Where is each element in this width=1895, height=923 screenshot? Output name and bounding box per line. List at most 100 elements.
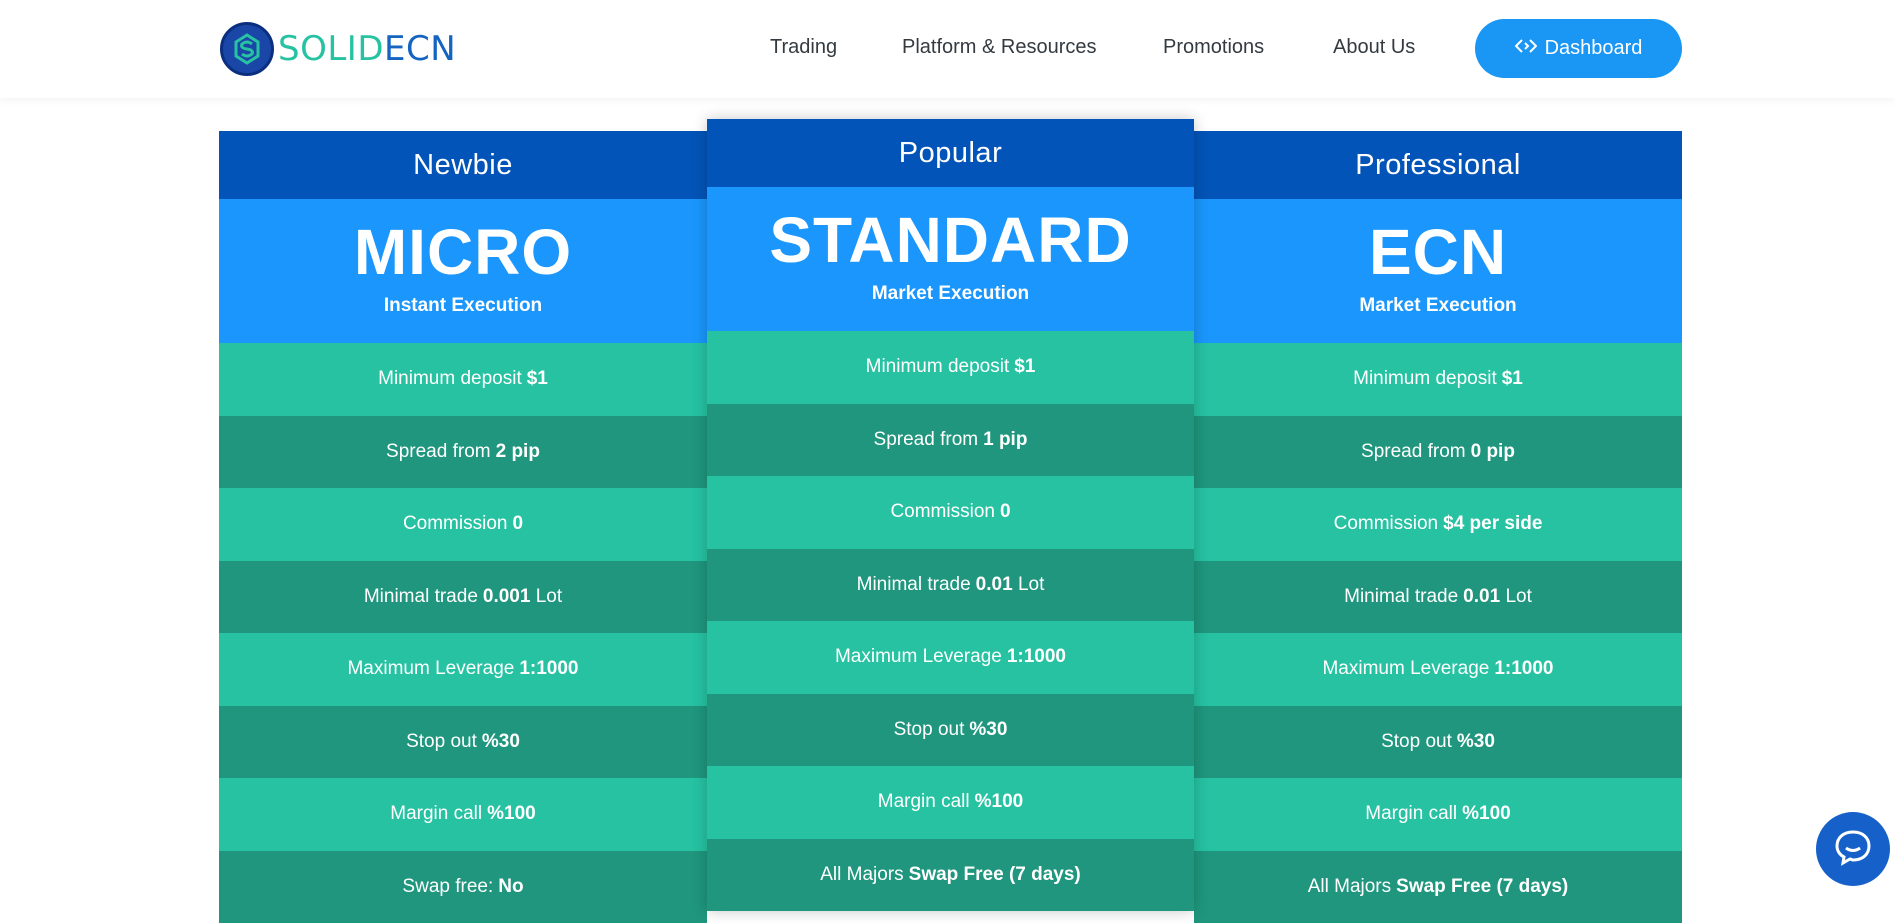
feature-value: %30 [482, 731, 520, 753]
feature-label: Minimum deposit [1353, 368, 1497, 390]
feature-value: 0 [512, 513, 523, 535]
feature-value: 0 [1000, 501, 1011, 523]
feature-label: Stop out [1381, 731, 1452, 753]
feature-label: All Majors [1308, 876, 1391, 898]
plan-header: MICRO Instant Execution [219, 199, 707, 343]
feature-value: $4 per side [1443, 513, 1542, 535]
plan-execution: Market Execution [1194, 295, 1682, 317]
feature-value: 0.01 [976, 574, 1013, 596]
feature-value: No [498, 876, 523, 898]
feature-label: Swap free: [402, 876, 493, 898]
plan-header: STANDARD Market Execution [707, 187, 1194, 331]
plan-feature-row: Minimum deposit$1 [707, 331, 1194, 404]
feature-label: Maximum Leverage [1322, 658, 1489, 680]
plan-feature-row: All MajorsSwap Free (7 days) [1194, 851, 1682, 923]
plan-header: ECN Market Execution [1194, 199, 1682, 343]
feature-label: All Majors [820, 864, 903, 886]
live-chat-button[interactable] [1816, 812, 1890, 886]
feature-suffix: Lot [1018, 574, 1044, 596]
plan-feature-row: Commission0 [219, 488, 707, 561]
feature-value: %100 [975, 791, 1024, 813]
nav-item-trading[interactable]: Trading [770, 36, 837, 59]
feature-label: Spread from [874, 429, 979, 451]
feature-label: Minimal trade [364, 586, 478, 608]
plan-feature-row: Minimal trade0.01 Lot [1194, 561, 1682, 634]
plan-tier: Popular [707, 119, 1194, 187]
feature-value: 0.001 [483, 586, 531, 608]
nav-item-platform-resources[interactable]: Platform & Resources [902, 36, 1097, 59]
plan-name: ECN [1194, 213, 1682, 291]
feature-value: 1:1000 [519, 658, 578, 680]
feature-value: 0 pip [1471, 441, 1515, 463]
feature-value: $1 [1502, 368, 1523, 390]
plan-feature-row: Maximum Leverage1:1000 [707, 621, 1194, 694]
site-header: SOLIDECN Trading Platform & Resources Pr… [0, 0, 1895, 98]
feature-label: Margin call [1365, 803, 1457, 825]
feature-label: Maximum Leverage [347, 658, 514, 680]
plan-execution: Market Execution [707, 283, 1194, 305]
plan-feature-row: Margin call%100 [707, 766, 1194, 839]
plan-feature-row: All Majors Swap Free (7 days) [707, 839, 1194, 912]
feature-label: Stop out [406, 731, 477, 753]
plan-tier: Newbie [219, 131, 707, 199]
plan-feature-row: Stop out%30 [1194, 706, 1682, 779]
plan-tier: Professional [1194, 131, 1682, 199]
dashboard-icon [1515, 36, 1537, 62]
feature-value: 2 pip [496, 441, 540, 463]
feature-value: $1 [527, 368, 548, 390]
plan-feature-row: Commission0 [707, 476, 1194, 549]
plan-card-standard: Popular STANDARD Market Execution Minimu… [707, 119, 1194, 911]
feature-label: Spread from [1361, 441, 1466, 463]
feature-value: 1:1000 [1007, 646, 1066, 668]
feature-label: Stop out [894, 719, 965, 741]
feature-label: Minimal trade [857, 574, 971, 596]
plan-feature-row: Swap free:No [219, 851, 707, 923]
feature-value: %30 [1457, 731, 1495, 753]
feature-label: Margin call [878, 791, 970, 813]
plan-feature-row: Spread from2 pip [219, 416, 707, 489]
plan-feature-row: Maximum Leverage1:1000 [219, 633, 707, 706]
feature-label: Minimum deposit [378, 368, 522, 390]
feature-value: Swap Free (7 days) [909, 864, 1081, 886]
feature-label: Commission [1334, 513, 1439, 535]
feature-label: Minimal trade [1344, 586, 1458, 608]
feature-value: Swap Free (7 days) [1396, 876, 1568, 898]
plan-feature-row: Commission$4 per side [1194, 488, 1682, 561]
feature-value: 1:1000 [1494, 658, 1553, 680]
plan-feature-row: Stop out%30 [219, 706, 707, 779]
feature-label: Commission [403, 513, 508, 535]
feature-label: Margin call [390, 803, 482, 825]
feature-suffix: Lot [1505, 586, 1531, 608]
feature-suffix: Lot [536, 586, 562, 608]
dashboard-button[interactable]: Dashboard [1475, 19, 1682, 78]
feature-value: %30 [969, 719, 1007, 741]
plan-feature-row: Minimum deposit$1 [1194, 343, 1682, 416]
feature-value: %100 [487, 803, 536, 825]
plan-feature-row: Maximum Leverage1:1000 [1194, 633, 1682, 706]
plan-feature-row: Spread from0 pip [1194, 416, 1682, 489]
nav-item-promotions[interactable]: Promotions [1163, 36, 1264, 59]
plan-execution: Instant Execution [219, 295, 707, 317]
plan-feature-row: Minimum deposit$1 [219, 343, 707, 416]
feature-value: %100 [1462, 803, 1511, 825]
plan-feature-row: Margin call%100 [1194, 778, 1682, 851]
feature-label: Minimum deposit [866, 356, 1010, 378]
feature-value: 1 pip [983, 429, 1027, 451]
plan-feature-row: Minimal trade0.001 Lot [219, 561, 707, 634]
plan-name: STANDARD [707, 201, 1194, 279]
feature-value: 0.01 [1463, 586, 1500, 608]
plan-feature-row: Margin call%100 [219, 778, 707, 851]
feature-label: Maximum Leverage [835, 646, 1002, 668]
nav-item-about-us[interactable]: About Us [1333, 36, 1415, 59]
plan-name: MICRO [219, 213, 707, 291]
dashboard-button-label: Dashboard [1545, 37, 1643, 60]
plan-card-ecn: Professional ECN Market Execution Minimu… [1194, 131, 1682, 923]
plan-card-micro: Newbie MICRO Instant Execution Minimum d… [219, 131, 707, 923]
feature-label: Spread from [386, 441, 491, 463]
feature-value: $1 [1014, 356, 1035, 378]
plan-feature-row: Stop out%30 [707, 694, 1194, 767]
plan-feature-row: Minimal trade0.01 Lot [707, 549, 1194, 622]
plan-feature-row: Spread from1 pip [707, 404, 1194, 477]
feature-label: Commission [890, 501, 995, 523]
chat-bubble-icon [1832, 826, 1874, 873]
